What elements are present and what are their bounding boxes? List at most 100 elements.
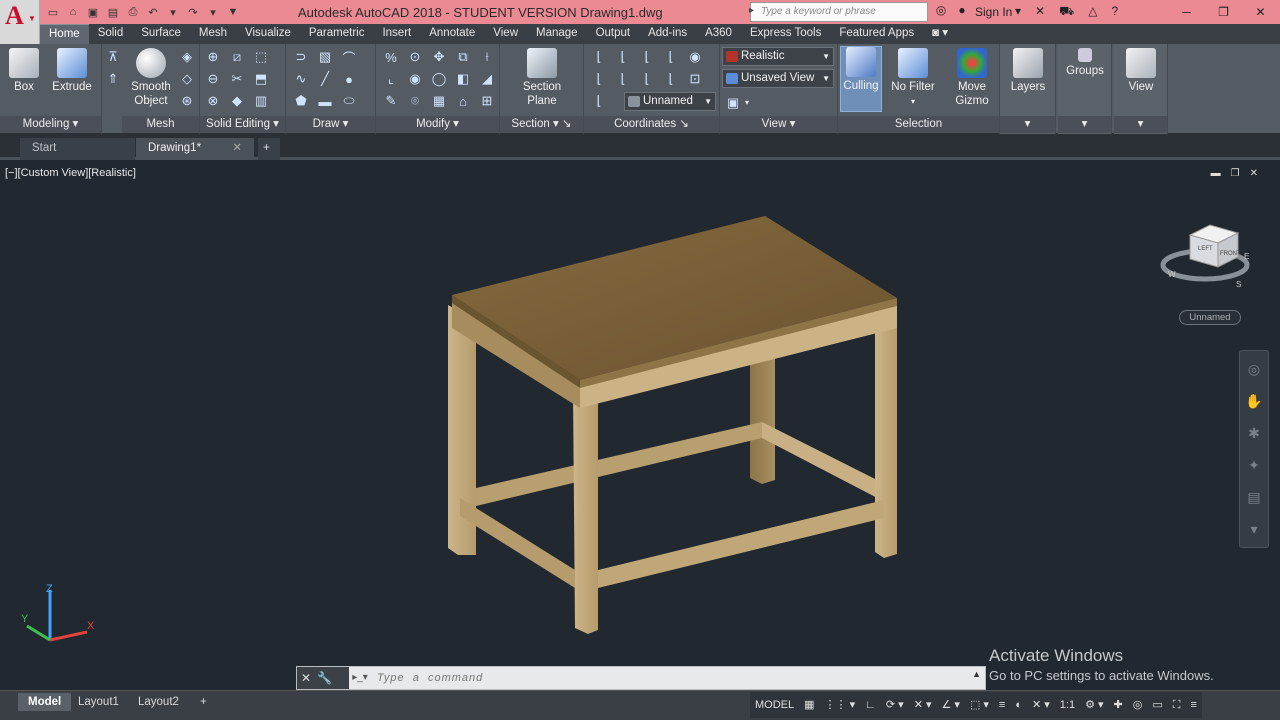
command-input[interactable] <box>377 667 957 689</box>
help-icon[interactable]: ? <box>1111 4 1118 20</box>
ucs-menu-badge[interactable]: Unnamed <box>1179 310 1241 325</box>
ucs-3point-icon[interactable]: ⌊ <box>662 48 680 66</box>
orbit-icon[interactable]: ✦ <box>1240 451 1268 479</box>
move-icon[interactable]: ✥ <box>430 48 448 66</box>
tab-addins[interactable]: Add-ins <box>639 24 696 44</box>
customize-qat-icon[interactable]: ▼ <box>224 4 242 20</box>
customize-wrench-icon[interactable]: 🔧 <box>317 671 332 685</box>
open-folder-icon[interactable]: ⌂ <box>64 4 82 20</box>
tab-a360[interactable]: A360 <box>696 24 741 44</box>
close-icon[interactable]: ✕ <box>1242 0 1279 24</box>
panel-section-label[interactable]: Section ▾ ↘ <box>500 116 583 133</box>
application-menu-button[interactable]: A ▼ <box>0 0 40 44</box>
rectangle-icon[interactable]: ▬ <box>316 92 334 110</box>
ucs-combo[interactable]: Unnamed ▼ <box>624 92 716 111</box>
viewcube[interactable]: FRONT LEFT W S E <box>1160 215 1260 295</box>
minimize-icon[interactable]: ─ <box>1168 0 1205 24</box>
no-filter-button[interactable]: No Filter ▾ <box>888 48 938 109</box>
snap-icon[interactable]: ⋮⋮ ▾ <box>820 693 861 717</box>
restore-icon[interactable]: ❐ <box>1205 0 1242 24</box>
panel-mesh-label[interactable]: Mesh <box>122 116 199 133</box>
ucs-z-icon[interactable]: ⌊ <box>638 70 656 88</box>
tab-output[interactable]: Output <box>587 24 640 44</box>
tab-model[interactable]: Model <box>18 693 72 711</box>
box-button[interactable]: Box <box>8 48 40 94</box>
new-tab-button[interactable]: + <box>258 138 280 160</box>
ucs-origin-icon[interactable]: ⌊ <box>614 48 632 66</box>
panel-modify-label[interactable]: Modify ▾ <box>376 116 499 133</box>
close-icon[interactable]: ✕ <box>232 138 242 159</box>
chevron-down-icon[interactable]: ▾ <box>745 94 749 112</box>
annotation-scale-icon[interactable]: ✕ ▾ <box>1027 693 1055 717</box>
rect-array-icon[interactable]: ⊞ <box>478 92 496 110</box>
pan-hand-icon[interactable]: ✋ <box>1240 387 1268 415</box>
pyramid-icon[interactable]: ⊼ <box>104 48 122 66</box>
tab-visualize[interactable]: Visualize <box>236 24 300 44</box>
panel-selection-label[interactable]: Selection <box>838 116 999 133</box>
scale-icon[interactable]: % <box>382 48 400 66</box>
line-icon[interactable]: ╱ <box>316 70 334 88</box>
model-space-button[interactable]: MODEL <box>750 693 799 717</box>
scale-value[interactable]: 1:1 <box>1055 693 1080 717</box>
save-as-icon[interactable]: ▤ <box>104 4 122 20</box>
binoculars-icon[interactable]: ◎ <box>932 3 950 17</box>
exchange-x-icon[interactable]: ✕ <box>1035 4 1045 20</box>
mirror-icon[interactable]: ◧ <box>454 70 472 88</box>
redo-dropdown-icon[interactable]: ▾ <box>204 4 222 20</box>
hardware-accel-icon[interactable]: ▭ <box>1147 693 1167 717</box>
new-file-icon[interactable]: ▭ <box>44 4 62 20</box>
signin-dropdown-icon[interactable]: ▾ <box>1015 4 1021 20</box>
smooth-less-icon[interactable]: ◇ <box>178 70 196 88</box>
slice-icon[interactable]: ⧄ <box>228 48 246 66</box>
presspull-icon[interactable]: ⇑ <box>104 70 122 88</box>
visual-style-combo[interactable]: Realistic ▼ <box>722 47 834 66</box>
gear-icon[interactable]: ⚙ ▾ <box>1080 693 1108 717</box>
stretch-icon[interactable]: ⌾ <box>406 92 424 110</box>
interfere-icon[interactable]: ✂ <box>228 70 246 88</box>
tab-express-tools[interactable]: Express Tools <box>741 24 830 44</box>
osnap-icon[interactable]: ✕ ▾ <box>909 693 937 717</box>
panel-solid-editing-label[interactable]: Solid Editing ▾ <box>200 116 285 133</box>
command-prompt-icon[interactable]: ▸_▾ <box>349 669 371 687</box>
dyn-ucs-icon[interactable]: ⬚ ▾ <box>965 693 994 717</box>
layers-expand-icon[interactable]: ▾ <box>1000 116 1055 133</box>
spline-icon[interactable]: ∿ <box>292 70 310 88</box>
user-icon[interactable]: ● <box>954 3 970 17</box>
plus-icon[interactable]: ✚ <box>1109 693 1128 717</box>
isolate-icon[interactable]: ◎ <box>1128 693 1148 717</box>
tab-layout1[interactable]: Layout1 <box>68 693 129 711</box>
culling-button[interactable]: Culling <box>840 46 882 112</box>
extract-edges-icon[interactable]: ⬚ <box>252 48 270 66</box>
tab-home[interactable]: Home <box>40 24 89 44</box>
arc-icon[interactable]: ⌒ <box>340 48 358 66</box>
navbar-options-icon[interactable]: ▾ <box>1240 515 1268 543</box>
panel-view-label[interactable]: View ▾ <box>720 116 837 133</box>
polar-icon[interactable]: ⟳ ▾ <box>881 693 909 717</box>
explode-icon[interactable]: ◯ <box>430 70 448 88</box>
a360-icon[interactable]: △ <box>1088 4 1097 20</box>
rotate-icon[interactable]: ⊙ <box>406 48 424 66</box>
trim-icon[interactable]: ⟊ <box>478 48 496 66</box>
otrack-icon[interactable]: ∠ ▾ <box>936 693 964 717</box>
ribbon-toggle-icon[interactable]: ◙ ▾ <box>923 24 957 44</box>
refine-mesh-icon[interactable]: ⊛ <box>178 92 196 110</box>
separate-icon[interactable]: ▥ <box>252 92 270 110</box>
move-gizmo-button[interactable]: Move Gizmo <box>948 48 996 108</box>
cart-icon[interactable]: ⛟ <box>1059 4 1074 20</box>
tab-surface[interactable]: Surface <box>132 24 190 44</box>
groups-button[interactable]: Groups <box>1064 48 1106 78</box>
tab-insert[interactable]: Insert <box>373 24 420 44</box>
groups-expand-icon[interactable]: ▾ <box>1058 116 1111 133</box>
table-model[interactable] <box>0 160 1280 690</box>
viewport-config-icon[interactable]: ▣ <box>724 94 742 112</box>
imprint-icon[interactable]: ◆ <box>228 92 246 110</box>
ucs-view-icon[interactable]: ⌊ <box>662 70 680 88</box>
ucs-zaxis-icon[interactable]: ⌊ <box>638 48 656 66</box>
view-tools-button[interactable]: View <box>1120 48 1162 94</box>
ortho-icon[interactable]: ∟ <box>860 693 881 717</box>
search-input[interactable]: ▸ Type a keyword or phrase <box>749 2 928 22</box>
subtract-icon[interactable]: ⊖ <box>204 70 222 88</box>
align-icon[interactable]: ⌂ <box>454 92 472 110</box>
command-history-icon[interactable]: ▲ <box>972 669 981 679</box>
polygon-icon[interactable]: ⬟ <box>292 92 310 110</box>
